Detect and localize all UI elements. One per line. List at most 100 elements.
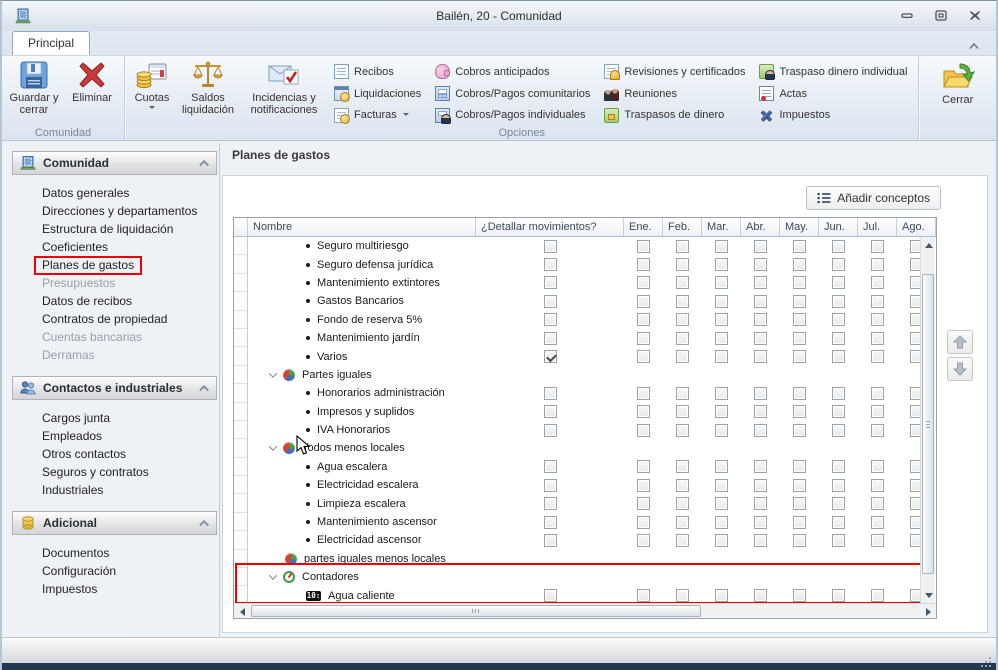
- sidebar-item[interactable]: Datos de recibos: [10, 292, 219, 310]
- month-checkbox[interactable]: [871, 276, 884, 289]
- ribbon-button-small[interactable]: Facturas: [328, 104, 429, 126]
- month-checkbox[interactable]: [754, 295, 767, 308]
- month-checkbox[interactable]: [754, 424, 767, 437]
- month-checkbox[interactable]: [793, 516, 806, 529]
- month-checkbox[interactable]: [715, 240, 728, 253]
- month-checkbox[interactable]: [715, 424, 728, 437]
- month-checkbox[interactable]: [832, 405, 845, 418]
- ribbon-button-small[interactable]: Cobros/Pagos comunitarios: [429, 83, 598, 105]
- detallar-checkbox[interactable]: [544, 387, 557, 400]
- detallar-checkbox[interactable]: [544, 240, 557, 253]
- month-checkbox[interactable]: [832, 424, 845, 437]
- column-header[interactable]: Jun.: [819, 218, 858, 236]
- month-checkbox[interactable]: [715, 460, 728, 473]
- month-checkbox[interactable]: [676, 405, 689, 418]
- table-row[interactable]: IVA Honorarios: [234, 421, 936, 439]
- table-row[interactable]: Seguro defensa jurídica: [234, 255, 936, 273]
- month-checkbox[interactable]: [715, 387, 728, 400]
- eliminar-button[interactable]: Eliminar: [63, 58, 121, 126]
- chevron-up-icon[interactable]: [199, 384, 209, 394]
- month-checkbox[interactable]: [637, 258, 650, 271]
- sidebar-section-adicional[interactable]: Adicional: [12, 511, 217, 535]
- row-selector[interactable]: [234, 531, 248, 549]
- detallar-checkbox[interactable]: [544, 460, 557, 473]
- detallar-checkbox[interactable]: [544, 258, 557, 271]
- ribbon-button-small[interactable]: Traspasos de dinero: [598, 104, 753, 126]
- month-checkbox[interactable]: [637, 516, 650, 529]
- sidebar-item[interactable]: Contratos de propiedad: [10, 310, 219, 328]
- restore-button[interactable]: [932, 8, 950, 22]
- month-checkbox[interactable]: [832, 258, 845, 271]
- sidebar-item[interactable]: Empleados: [10, 427, 219, 445]
- sidebar-item[interactable]: Datos generales: [10, 184, 219, 202]
- month-checkbox[interactable]: [871, 332, 884, 345]
- row-selector[interactable]: [234, 274, 248, 292]
- month-checkbox[interactable]: [676, 387, 689, 400]
- month-checkbox[interactable]: [871, 313, 884, 326]
- table-row[interactable]: Mantenimiento ascensor: [234, 513, 936, 531]
- month-checkbox[interactable]: [832, 479, 845, 492]
- detallar-checkbox[interactable]: [544, 589, 557, 602]
- month-checkbox[interactable]: [715, 350, 728, 363]
- month-checkbox[interactable]: [871, 534, 884, 547]
- month-checkbox[interactable]: [793, 479, 806, 492]
- month-checkbox[interactable]: [832, 460, 845, 473]
- month-checkbox[interactable]: [637, 534, 650, 547]
- month-checkbox[interactable]: [637, 276, 650, 289]
- month-checkbox[interactable]: [832, 276, 845, 289]
- row-selector[interactable]: [234, 550, 248, 568]
- month-checkbox[interactable]: [832, 387, 845, 400]
- row-selector[interactable]: [234, 329, 248, 347]
- month-checkbox[interactable]: [793, 497, 806, 510]
- detallar-checkbox[interactable]: [544, 332, 557, 345]
- add-concepts-button[interactable]: Añadir conceptos: [806, 186, 941, 210]
- row-selector[interactable]: [234, 494, 248, 512]
- month-checkbox[interactable]: [871, 295, 884, 308]
- month-checkbox[interactable]: [715, 589, 728, 602]
- month-checkbox[interactable]: [754, 240, 767, 253]
- column-header[interactable]: Abr.: [741, 218, 780, 236]
- month-checkbox[interactable]: [832, 497, 845, 510]
- month-checkbox[interactable]: [754, 589, 767, 602]
- month-checkbox[interactable]: [676, 240, 689, 253]
- ribbon-button-small[interactable]: Liquidaciones: [328, 83, 429, 105]
- table-row[interactable]: Mantenimiento extintores: [234, 274, 936, 292]
- scroll-left-arrow[interactable]: [234, 604, 250, 619]
- month-checkbox[interactable]: [676, 276, 689, 289]
- detallar-checkbox[interactable]: [544, 295, 557, 308]
- month-checkbox[interactable]: [715, 516, 728, 529]
- month-checkbox[interactable]: [832, 350, 845, 363]
- chevron-down-icon[interactable]: [269, 572, 277, 580]
- detallar-checkbox[interactable]: [544, 497, 557, 510]
- sidebar-item[interactable]: Documentos: [10, 544, 219, 562]
- cuotas-button[interactable]: Cuotas: [128, 58, 176, 126]
- column-header[interactable]: Ago.: [897, 218, 936, 236]
- table-row[interactable]: Todos menos locales: [234, 439, 936, 457]
- row-selector[interactable]: [234, 421, 248, 439]
- table-row[interactable]: Electricidad ascensor: [234, 531, 936, 549]
- table-row[interactable]: Seguro multiriesgo: [234, 237, 936, 255]
- chevron-up-icon[interactable]: [199, 519, 209, 529]
- month-checkbox[interactable]: [637, 424, 650, 437]
- detallar-checkbox[interactable]: [544, 516, 557, 529]
- month-checkbox[interactable]: [637, 405, 650, 418]
- month-checkbox[interactable]: [754, 258, 767, 271]
- month-checkbox[interactable]: [637, 240, 650, 253]
- month-checkbox[interactable]: [637, 589, 650, 602]
- sidebar-section-contactos[interactable]: Contactos e industriales: [12, 376, 217, 400]
- sidebar-item[interactable]: Planes de gastos: [10, 256, 219, 274]
- month-checkbox[interactable]: [676, 589, 689, 602]
- move-up-button[interactable]: [947, 330, 973, 354]
- saldos-liquidacion-button[interactable]: Saldos liquidación: [176, 58, 240, 126]
- ribbon-button-small[interactable]: Traspaso dinero individual: [753, 61, 915, 83]
- cerrar-button[interactable]: Cerrar: [928, 58, 988, 126]
- chevron-down-icon[interactable]: [269, 369, 277, 377]
- month-checkbox[interactable]: [754, 276, 767, 289]
- sidebar-section-comunidad[interactable]: Comunidad: [12, 151, 217, 175]
- minimize-button[interactable]: [898, 8, 916, 22]
- month-checkbox[interactable]: [676, 497, 689, 510]
- sidebar-item[interactable]: Otros contactos: [10, 445, 219, 463]
- month-checkbox[interactable]: [871, 479, 884, 492]
- ribbon-button-small[interactable]: Revisiones y certificados: [598, 61, 753, 83]
- sidebar-item[interactable]: Derramas: [10, 346, 219, 364]
